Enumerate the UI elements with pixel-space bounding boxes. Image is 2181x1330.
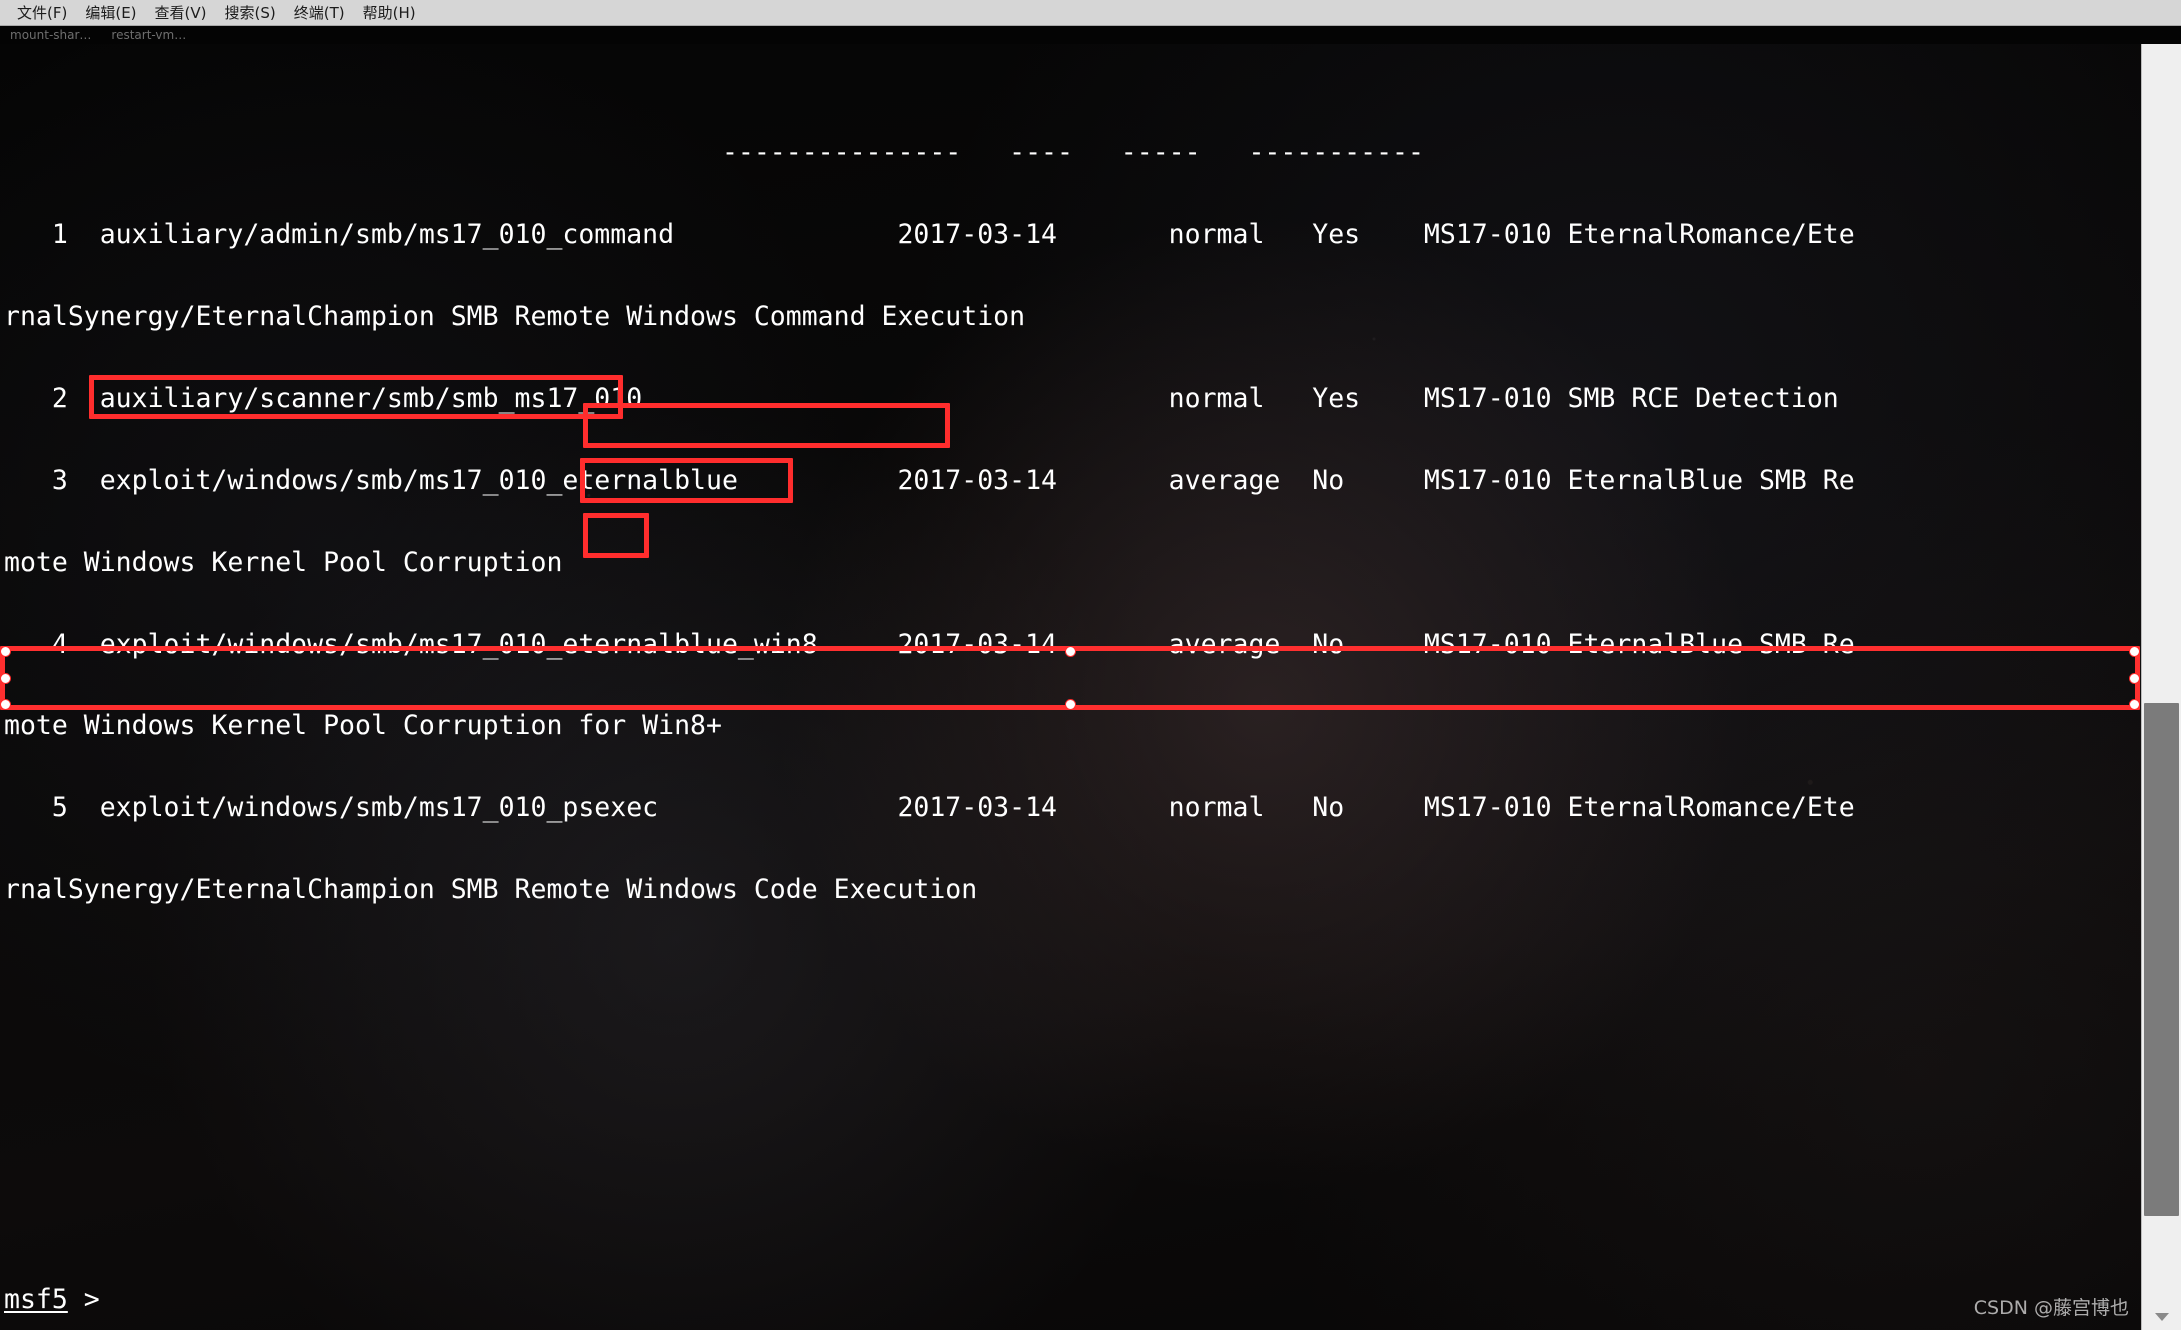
table-row-wrap: rnalSynergy/EternalChampion SMB Remote W… (4, 874, 978, 906)
chevron-down-icon (2154, 1313, 2169, 1321)
scrollbar-thumb[interactable] (2144, 703, 2179, 1217)
menu-item-help[interactable]: 帮助(H) (354, 0, 425, 25)
table-row-wrap: mote Windows Kernel Pool Corruption for … (4, 710, 722, 742)
vertical-scrollbar[interactable] (2141, 26, 2181, 1330)
table-row: 2 auxiliary/scanner/smb/smb_ms17_010 nor… (4, 382, 1839, 414)
menu-item-search[interactable]: 搜索(S) (216, 0, 285, 25)
terminal-viewport: mount-shar… restart-vm… --------------- … (0, 26, 2181, 1330)
table-row: 5 exploit/windows/smb/ms17_010_psexec 20… (4, 792, 1855, 824)
prompt-arrow: > (67, 1283, 116, 1315)
prompt-line-empty: msf5 > (4, 1286, 2141, 1313)
scroll-down-button[interactable] (2142, 1304, 2181, 1330)
menu-item-view[interactable]: 查看(V) (146, 0, 216, 25)
table-row: 4 exploit/windows/smb/ms17_010_eternalbl… (4, 628, 1855, 660)
watermark-csdn: CSDN @藤宫博也 (1973, 1297, 2129, 1319)
tab-mount-share[interactable]: mount-shar… (0, 28, 101, 42)
menu-item-edit[interactable]: 编辑(E) (76, 0, 145, 25)
tab-restart-vm[interactable]: restart-vm… (101, 28, 196, 42)
table-row-wrap: rnalSynergy/EternalChampion SMB Remote W… (4, 300, 1026, 332)
menu-item-terminal[interactable]: 终端(T) (285, 0, 354, 25)
menu-item-file[interactable]: 文件(F) (8, 0, 76, 25)
terminal-window: 文件(F) 编辑(E) 查看(V) 搜索(S) 终端(T) 帮助(H) moun… (0, 0, 2181, 1330)
tab-strip: mount-shar… restart-vm… (0, 26, 2181, 44)
table-row-wrap: mote Windows Kernel Pool Corruption (4, 546, 563, 578)
prompt-msf5: msf5 (4, 1283, 68, 1315)
table-separator-row: --------------- ---- ----- ----------- (4, 137, 1424, 169)
table-row: 3 exploit/windows/smb/ms17_010_eternalbl… (4, 464, 1855, 496)
table-row: 1 auxiliary/admin/smb/ms17_010_command 2… (4, 219, 1855, 251)
menu-bar: 文件(F) 编辑(E) 查看(V) 搜索(S) 终端(T) 帮助(H) (0, 0, 2181, 26)
terminal-output[interactable]: --------------- ---- ----- ----------- 1… (0, 26, 2141, 1330)
